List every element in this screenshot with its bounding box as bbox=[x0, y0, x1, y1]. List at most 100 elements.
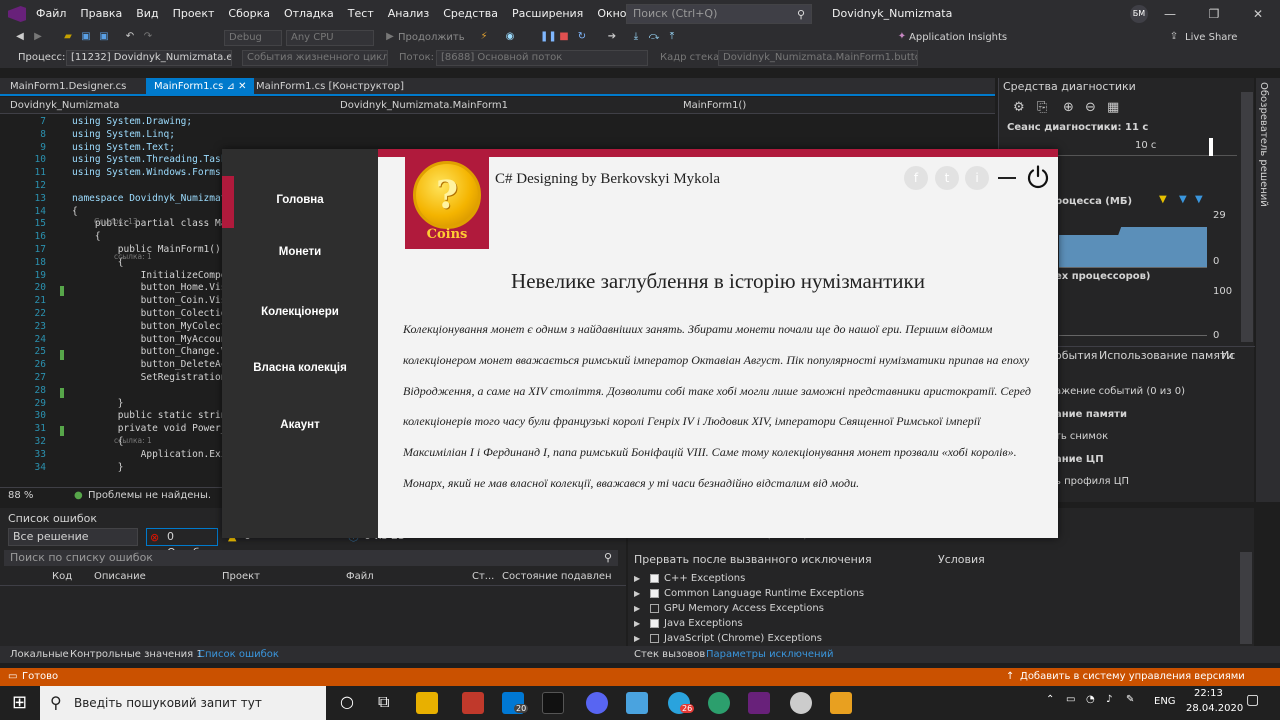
nav-home-button[interactable]: Головна bbox=[222, 194, 378, 206]
code-line[interactable]: InitializeCompone bbox=[72, 270, 238, 281]
code-line[interactable]: } bbox=[72, 462, 124, 473]
code-line[interactable]: button_Home.Visib bbox=[72, 282, 238, 293]
expand-icon[interactable]: ▶ bbox=[634, 602, 640, 616]
platform-dropdown[interactable]: Any CPU bbox=[286, 30, 374, 46]
codelens-references[interactable]: Ссылок: 13 bbox=[94, 217, 138, 226]
codelens-references[interactable]: ссылка: 1 bbox=[114, 436, 152, 445]
code-line[interactable]: using System.Drawing; bbox=[72, 116, 192, 127]
code-line[interactable]: button_MyColectio bbox=[72, 321, 238, 332]
codelens-references[interactable]: ссылка: 1 bbox=[114, 252, 152, 261]
code-line[interactable]: button_Change.Vis bbox=[72, 346, 238, 357]
solution-explorer-tab[interactable]: Обозреватель решений bbox=[1256, 78, 1280, 502]
stack-frame-dropdown[interactable]: Dovidnyk_Numizmata.MainForm1.buttonl bbox=[718, 50, 918, 66]
avatar[interactable]: БМ bbox=[1130, 5, 1148, 23]
nav-my-collection-button[interactable]: Власна колекція bbox=[222, 362, 378, 374]
menu-item[interactable]: Окно bbox=[597, 0, 626, 28]
add-to-source-control[interactable]: Добавить в систему управления версиями bbox=[1020, 668, 1245, 686]
lifecycle-events-dropdown[interactable]: События жизненного цикла bbox=[242, 50, 388, 66]
step-into-icon[interactable]: ⤓ bbox=[630, 31, 642, 43]
tab-cpu[interactable]: Ис bbox=[1221, 349, 1235, 362]
tab-memory-usage[interactable]: Использование памяти bbox=[1099, 349, 1234, 362]
code-line[interactable]: { bbox=[72, 231, 101, 242]
app-minimize-button[interactable] bbox=[998, 177, 1016, 179]
close-tab-icon[interactable]: ✕ bbox=[238, 81, 246, 92]
error-col-header[interactable]: Файл bbox=[346, 571, 374, 582]
diag-row[interactable]: ажение событий (0 из 0) bbox=[1055, 386, 1185, 397]
tab-watch[interactable]: Контрольные значения 1 bbox=[70, 646, 203, 663]
menu-item[interactable]: Анализ bbox=[388, 0, 430, 28]
maximize-window-button[interactable]: ❐ bbox=[1192, 0, 1236, 28]
exception-row[interactable]: ▶ GPU Memory Access Exceptions bbox=[634, 602, 1234, 616]
tab-call-stack[interactable]: Стек вызовов bbox=[634, 646, 705, 663]
instagram-icon[interactable]: i bbox=[965, 166, 989, 190]
problems-status[interactable]: Проблемы не найдены. bbox=[88, 488, 211, 503]
code-line[interactable]: Application.Exit( bbox=[72, 449, 238, 460]
show-next-statement-icon[interactable]: ➔ bbox=[606, 31, 618, 43]
quick-search-input[interactable]: Поиск (Ctrl+Q) ⚲ bbox=[626, 4, 812, 24]
export-icon[interactable]: ⎘ bbox=[1037, 100, 1047, 115]
diag-row[interactable]: ание памяти bbox=[1055, 409, 1127, 420]
menu-item[interactable]: Средства bbox=[443, 0, 498, 28]
restart-icon[interactable]: ↻ bbox=[576, 31, 588, 43]
diag-row[interactable]: ь профиля ЦП bbox=[1055, 476, 1129, 487]
tab-events[interactable]: обытия bbox=[1055, 349, 1097, 362]
tab-mainform-cs[interactable]: MainForm1.cs ⊿ ✕ bbox=[146, 78, 255, 96]
code-line[interactable]: button_Colectione bbox=[72, 308, 238, 319]
volume-icon[interactable]: ♪ bbox=[1106, 694, 1112, 705]
menu-item[interactable]: Правка bbox=[80, 0, 122, 28]
class-nav-dropdown[interactable]: Dovidnyk_Numizmata.MainForm1 bbox=[340, 97, 508, 114]
open-folder-icon[interactable]: ▰ bbox=[62, 31, 74, 43]
code-line[interactable]: using System.Threading.Tasks; bbox=[72, 154, 238, 165]
error-search-input[interactable]: Поиск по списку ошибок ⚲ bbox=[4, 550, 618, 566]
back-icon[interactable]: ◀ bbox=[14, 31, 26, 43]
file-explorer-icon[interactable] bbox=[416, 692, 438, 714]
diag-row[interactable]: ть снимок bbox=[1055, 431, 1108, 442]
nav-account-button[interactable]: Акаунт bbox=[222, 419, 378, 431]
process-dropdown[interactable]: [11232] Dovidnyk_Numizmata.exe bbox=[66, 50, 232, 66]
language-indicator[interactable]: ENG bbox=[1154, 696, 1176, 707]
error-col-header[interactable]: Код bbox=[52, 571, 72, 582]
code-line[interactable]: button_MyAccount. bbox=[72, 334, 238, 345]
tab-error-list[interactable]: Список ошибок bbox=[198, 646, 279, 663]
settings-icon[interactable]: ⚙ bbox=[1013, 100, 1025, 115]
code-line[interactable]: SetRegistration( bbox=[72, 372, 233, 383]
forward-icon[interactable]: ▶ bbox=[32, 31, 44, 43]
step-out-icon[interactable]: ⤒ bbox=[666, 31, 678, 43]
project-nav-dropdown[interactable]: Dovidnyk_Numizmata bbox=[10, 97, 119, 114]
play-icon[interactable]: ▶ bbox=[384, 31, 396, 43]
network-icon[interactable]: ◔ bbox=[1086, 694, 1095, 705]
code-line[interactable]: button_Coin.Visib bbox=[72, 295, 238, 306]
code-line[interactable]: { bbox=[72, 206, 78, 217]
exception-scrollbar[interactable] bbox=[1240, 552, 1252, 644]
running-app-icon[interactable] bbox=[830, 692, 852, 714]
member-nav-dropdown[interactable]: MainForm1() bbox=[683, 97, 746, 114]
visual-studio-taskbar-icon[interactable] bbox=[748, 692, 770, 714]
minimize-window-button[interactable]: — bbox=[1148, 0, 1192, 28]
menu-item[interactable]: Проект bbox=[173, 0, 215, 28]
scope-dropdown[interactable]: Все решение bbox=[8, 528, 138, 546]
live-share-button[interactable]: Live Share bbox=[1185, 30, 1237, 46]
code-line[interactable]: button_DeleteAc.V bbox=[72, 359, 238, 370]
code-line[interactable]: using System.Linq; bbox=[72, 129, 175, 140]
notifications-icon[interactable]: ▢ bbox=[1246, 692, 1259, 708]
config-dropdown[interactable]: Debug bbox=[224, 30, 282, 46]
undo-icon[interactable]: ↶ bbox=[124, 31, 136, 43]
reset-zoom-icon[interactable]: ▦ bbox=[1107, 100, 1119, 115]
menu-item[interactable]: Тест bbox=[348, 0, 374, 28]
continue-button[interactable]: Продолжить bbox=[398, 30, 465, 46]
github-desktop-icon[interactable] bbox=[790, 692, 812, 714]
exception-row[interactable]: ▶ Java Exceptions bbox=[634, 617, 1234, 631]
exception-checkbox[interactable] bbox=[650, 589, 659, 598]
expand-icon[interactable]: ▶ bbox=[634, 617, 640, 631]
save-icon[interactable]: ▣ bbox=[80, 31, 92, 43]
virtualbox-icon[interactable] bbox=[626, 692, 648, 714]
power-icon[interactable] bbox=[1026, 165, 1050, 189]
cortana-icon[interactable]: ○ bbox=[340, 692, 354, 711]
zoom-in-icon[interactable]: ⊕ bbox=[1063, 100, 1074, 115]
exception-row[interactable]: ▶ JavaScript (Chrome) Exceptions bbox=[634, 632, 1234, 646]
facebook-icon[interactable]: f bbox=[904, 166, 928, 190]
tray-chevron-icon[interactable]: ⌃ bbox=[1046, 694, 1054, 705]
clock-date[interactable]: 28.04.2020 bbox=[1186, 703, 1243, 714]
hot-reload-icon[interactable]: ⚡ bbox=[478, 31, 490, 43]
task-view-icon[interactable]: ⧉ bbox=[378, 692, 389, 712]
